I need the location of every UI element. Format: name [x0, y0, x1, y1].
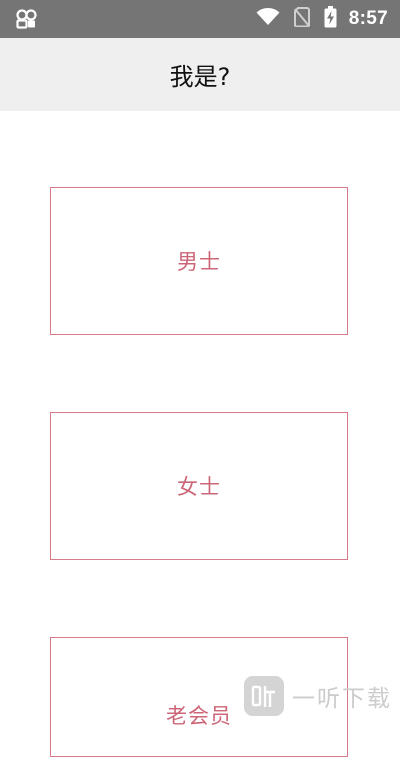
watermark: 一听下载	[244, 674, 392, 718]
app-bar: 我是?	[0, 38, 400, 111]
watermark-text: 一听下载	[292, 686, 392, 712]
page-title: 我是?	[169, 63, 231, 91]
watermark-logo-icon	[244, 676, 284, 716]
status-bar: 8:57	[0, 0, 400, 38]
male-option-button[interactable]: 男士	[50, 187, 348, 335]
male-option-label: 男士	[177, 250, 221, 274]
no-sim-icon	[293, 7, 310, 31]
status-time: 8:57	[348, 8, 388, 29]
battery-charging-icon	[324, 6, 337, 32]
female-option-label: 女士	[177, 475, 221, 499]
notification-icon	[16, 9, 38, 29]
wifi-icon	[256, 8, 280, 30]
existing-member-option-label: 老会员	[166, 704, 232, 728]
female-option-button[interactable]: 女士	[50, 412, 348, 560]
